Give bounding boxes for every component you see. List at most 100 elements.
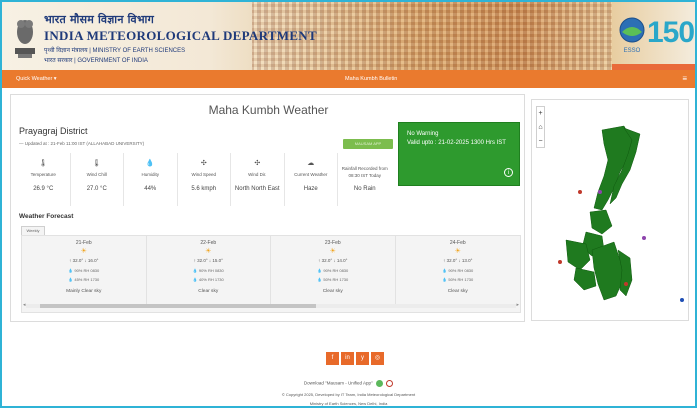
forecast-rh-morning: 💧 90% RH 0830 xyxy=(192,268,224,273)
forecast-temp: ↑ 32.0° ↓ 16.0° xyxy=(69,258,99,263)
forecast-rh-evening: 💧 40% RH 1730 xyxy=(192,277,224,282)
app-store-icon[interactable] xyxy=(386,380,394,387)
hamburger-menu-icon[interactable]: ≡ xyxy=(682,74,687,83)
tab-weekly[interactable]: Weekly xyxy=(21,226,45,235)
weather-panel: Maha Kumbh Weather Prayagraj District — … xyxy=(10,94,525,322)
esso-logo-icon: ESSO xyxy=(619,17,645,54)
forecast-condition: Mainly Clear sky xyxy=(66,289,102,294)
updated-timestamp: — Updated at : 21-Feb 11:00 IST (ALLAHAB… xyxy=(19,141,145,146)
param-label: Wind Speed xyxy=(191,172,216,177)
header-ministry: पृथ्वी विज्ञान मंत्रालय | MINISTRY OF EA… xyxy=(44,48,186,54)
warning-validity: Valid upto : 21-02-2025 1300 Hrs IST xyxy=(407,140,506,146)
param-label: Wind Dir. xyxy=(248,172,267,177)
forecast-date: 22-Feb xyxy=(200,240,217,246)
current-conditions: 🌡 Temperature 26.9 °C 🌡 Wind Chill 27.0 … xyxy=(17,153,392,206)
wind-icon: ✣ xyxy=(200,160,207,167)
map-marker-icon[interactable] xyxy=(578,190,582,194)
nav-bar: Quick Weather ▾ Maha Kumbh Bulletin ≡ xyxy=(2,70,695,88)
header-title: INDIA METEOROLOGICAL DEPARTMENT xyxy=(44,28,317,43)
forecast-date: 21-Feb xyxy=(75,240,92,246)
sun-icon: ☀ xyxy=(80,248,87,255)
district-name: Prayagraj District xyxy=(19,126,88,136)
horizontal-scrollbar[interactable]: ◂ ▸ xyxy=(23,302,519,308)
forecast-rh-evening: 💧 50% RH 1730 xyxy=(317,277,349,282)
forecast-rh-evening: 💧 50% RH 1730 xyxy=(442,277,474,282)
page-title: Maha Kumbh Weather xyxy=(208,103,329,117)
social-links: f in y ◎ xyxy=(326,352,384,365)
forecast-day: 22-Feb ☀ ↑ 32.0° ↓ 15.0° 💧 90% RH 0830 💧… xyxy=(147,236,271,304)
mela-sectors xyxy=(565,125,641,301)
linkedin-icon[interactable]: in xyxy=(341,352,354,365)
param-value: 26.9 °C xyxy=(33,186,54,192)
forecast-date: 23-Feb xyxy=(324,240,341,246)
param-value: 5.6 kmph xyxy=(191,186,217,192)
forecast-temp: ↑ 32.0° ↓ 15.0° xyxy=(193,258,223,263)
forecast-day: 23-Feb ☀ ↑ 32.0° ↓ 14.0° 💧 90% RH 0830 💧… xyxy=(271,236,396,304)
ministry-text: Ministry of Earth Sciences, New Delhi, I… xyxy=(309,401,388,406)
param-rainfall: Rainfall Recorded from 08:30 IST Today N… xyxy=(338,153,392,206)
sun-icon: ☀ xyxy=(454,248,461,255)
forecast-day: 24-Feb ☀ ↑ 32.0° ↓ 13.0° 💧 90% RH 0830 💧… xyxy=(396,236,521,304)
map-panel[interactable]: + ⌂ − xyxy=(531,99,689,321)
param-wind-direction: ✣ Wind Dir. North North East xyxy=(231,153,285,206)
cloud-icon: ☁ xyxy=(307,160,315,167)
facebook-icon[interactable]: f xyxy=(326,352,339,365)
param-value: 27.0 °C xyxy=(86,186,107,192)
forecast-day: 21-Feb ☀ ↑ 32.0° ↓ 16.0° 💧 90% RH 0830 💧… xyxy=(22,236,147,304)
param-temperature: 🌡 Temperature 26.9 °C xyxy=(17,153,71,206)
copyright-text: © Copyright 2025, Developed by IT Team, … xyxy=(281,392,416,397)
warning-card: No Warning Valid upto : 21-02-2025 1300 … xyxy=(398,122,520,186)
esso-label: ESSO xyxy=(624,48,641,54)
map-marker-icon[interactable] xyxy=(642,236,646,240)
thermometer-icon: 🌡 xyxy=(38,160,48,167)
map-marker-icon[interactable] xyxy=(624,282,628,286)
header-hindi-title: भारत मौसम विज्ञान विभाग xyxy=(44,13,154,26)
youtube-icon[interactable]: y xyxy=(356,352,369,365)
param-value: Haze xyxy=(303,186,318,192)
forecast-rh-morning: 💧 90% RH 0830 xyxy=(317,268,349,273)
param-label: Humidity xyxy=(141,172,159,177)
forecast-condition: Clear sky xyxy=(447,289,468,294)
thermometer-icon: 🌡 xyxy=(92,160,102,167)
forecast-table: 21-Feb ☀ ↑ 32.0° ↓ 16.0° 💧 90% RH 0830 💧… xyxy=(21,235,521,313)
forecast-temp: ↑ 32.0° ↓ 14.0° xyxy=(318,258,348,263)
forecast-rh-evening: 💧 45% RH 1730 xyxy=(68,277,100,282)
map-marker-icon[interactable] xyxy=(558,260,562,264)
quick-weather-menu[interactable]: Quick Weather ▾ xyxy=(16,76,57,82)
param-label: Rainfall Recorded from 08:30 IST Today xyxy=(341,166,388,178)
header-banner: भारत मौसम विज्ञान विभाग INDIA METEOROLOG… xyxy=(2,2,695,70)
maha-kumbh-bulletin-link[interactable]: Maha Kumbh Bulletin xyxy=(345,76,397,82)
param-label: Wind Chill xyxy=(86,172,107,177)
info-icon[interactable]: i xyxy=(504,168,513,177)
param-wind-chill: 🌡 Wind Chill 27.0 °C xyxy=(71,153,124,206)
sun-icon: ☀ xyxy=(329,248,336,255)
scroll-right-icon[interactable]: ▸ xyxy=(516,302,519,308)
forecast-condition: Clear sky xyxy=(198,289,219,294)
sun-icon: ☀ xyxy=(205,248,212,255)
param-value: No Rain xyxy=(353,186,376,192)
forecast-rh-morning: 💧 90% RH 0830 xyxy=(442,268,474,273)
wind-direction-icon: ✣ xyxy=(254,160,261,167)
scroll-left-icon[interactable]: ◂ xyxy=(23,302,26,308)
forecast-rh-morning: 💧 90% RH 0830 xyxy=(68,268,100,273)
forecast-date: 24-Feb xyxy=(449,240,466,246)
warning-status: No Warning xyxy=(407,131,439,137)
forecast-title: Weather Forecast xyxy=(19,213,74,220)
map-marker-icon[interactable] xyxy=(680,298,684,302)
download-app-line: Download "Mausam - Unified App" xyxy=(0,380,697,387)
header-government: भारत सरकार | GOVERNMENT OF INDIA xyxy=(44,58,148,64)
instagram-icon[interactable]: ◎ xyxy=(371,352,384,365)
mela-area-map xyxy=(558,125,684,302)
national-emblem-icon xyxy=(15,20,35,58)
param-label: Current Weather xyxy=(294,172,328,177)
param-humidity: 💧 Humidity 44% xyxy=(124,153,178,206)
forecast-temp: ↑ 32.0° ↓ 13.0° xyxy=(443,258,473,263)
mausam-app-button[interactable]: MAUSAM APP xyxy=(343,139,393,149)
play-store-icon[interactable] xyxy=(375,380,383,387)
param-wind-speed: ✣ Wind Speed 5.6 kmph xyxy=(178,153,231,206)
param-current-weather: ☁ Current Weather Haze xyxy=(285,153,338,206)
map-marker-icon[interactable] xyxy=(598,190,602,194)
scrollbar-thumb[interactable] xyxy=(40,304,316,308)
param-value: North North East xyxy=(234,186,280,192)
param-label: Temperature xyxy=(30,172,56,177)
